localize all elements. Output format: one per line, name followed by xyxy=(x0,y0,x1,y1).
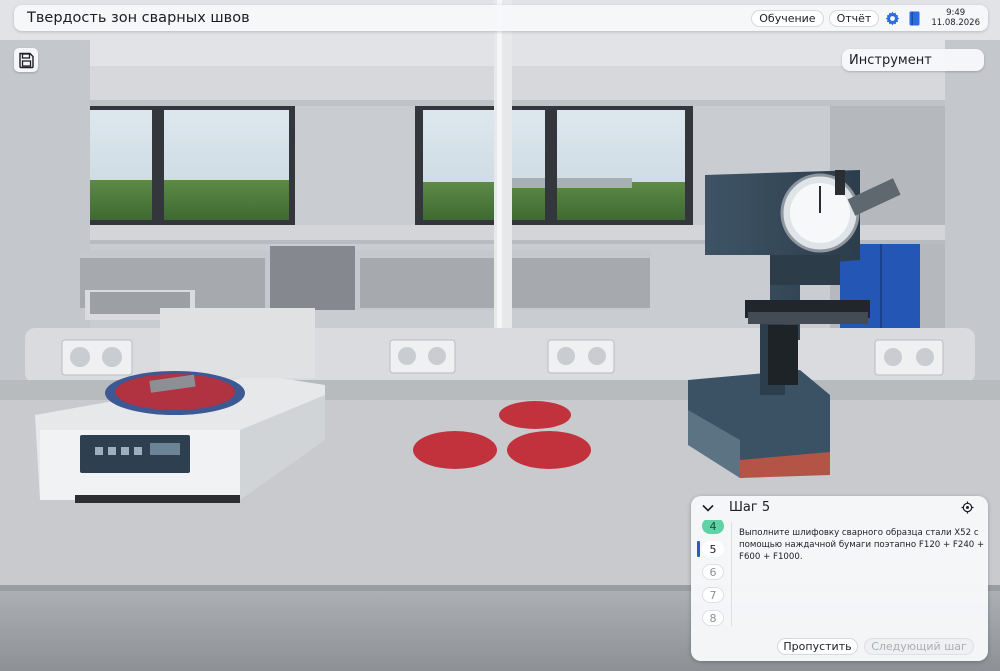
step-number-5[interactable]: 5 xyxy=(702,541,724,557)
socket-3 xyxy=(547,339,615,374)
report-button[interactable]: Отчёт xyxy=(828,9,880,27)
crosshair-icon[interactable] xyxy=(961,501,974,514)
skip-button[interactable]: Пропустить xyxy=(777,638,858,655)
instrument-button[interactable]: Инструмент xyxy=(842,49,984,71)
step-list: 4 5 6 7 8 xyxy=(695,520,731,628)
gear-icon[interactable] xyxy=(883,9,901,27)
clock-time: 9:49 xyxy=(946,8,966,18)
socket-1 xyxy=(61,339,133,376)
training-button[interactable]: Обучение xyxy=(751,9,824,27)
step-divider xyxy=(731,522,732,626)
socket-4 xyxy=(874,339,944,376)
chevron-down-icon[interactable] xyxy=(701,501,715,515)
current-step-marker xyxy=(697,541,700,557)
step-instruction: Выполните шлифовку сварного образца стал… xyxy=(739,528,985,562)
save-button[interactable] xyxy=(14,48,38,72)
book-icon[interactable] xyxy=(905,9,923,27)
step-number-7[interactable]: 7 xyxy=(702,587,724,603)
app-title: Твердость зон сварных швов xyxy=(27,10,250,26)
save-icon xyxy=(18,52,34,68)
step-number-4[interactable]: 4 xyxy=(702,520,724,534)
top-bar: Твердость зон сварных швов Обучение Отчё… xyxy=(14,5,988,31)
step-header: Шаг 5 xyxy=(691,496,988,520)
window-left xyxy=(55,105,295,225)
clock-date: 11.08.2026 xyxy=(931,18,980,28)
socket-2 xyxy=(389,339,456,374)
next-step-button: Следующий шаг xyxy=(864,638,974,655)
step-number-6[interactable]: 6 xyxy=(702,564,724,580)
step-number-8[interactable]: 8 xyxy=(702,610,724,626)
step-title: Шаг 5 xyxy=(729,500,771,515)
clock: 9:49 11.08.2026 xyxy=(931,8,980,28)
window-right xyxy=(415,105,693,225)
step-panel: Шаг 5 4 5 6 7 8 Выполните шлифовку сварн… xyxy=(691,496,988,661)
